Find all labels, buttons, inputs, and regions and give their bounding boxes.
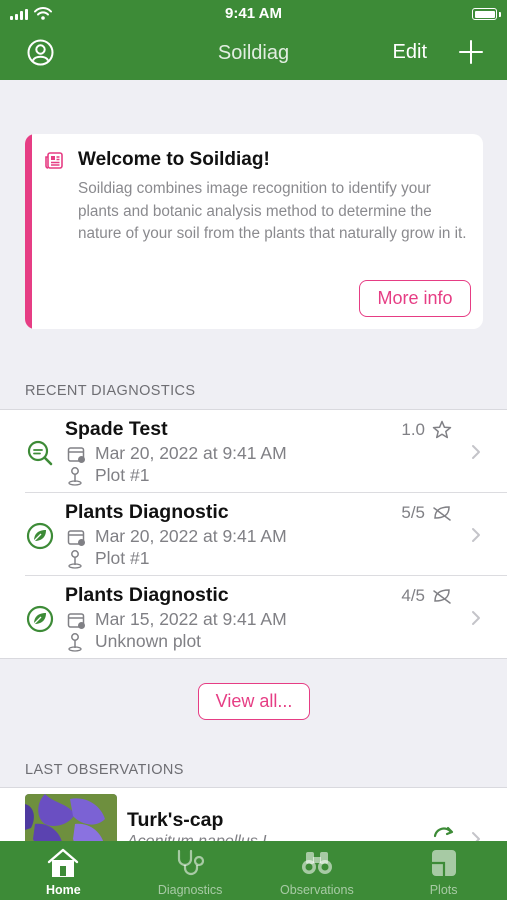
- newspaper-icon: [45, 152, 63, 169]
- observation-name: Turk's-cap: [127, 809, 224, 831]
- calendar-icon: [67, 530, 85, 546]
- last-observations-header: LAST OBSERVATIONS: [25, 762, 184, 778]
- diagnostic-plot: Plot #1: [95, 548, 150, 568]
- battery-tip: [499, 12, 501, 17]
- leaf-circle-icon: [26, 605, 54, 633]
- tab-diagnostics[interactable]: Diagnostics: [127, 841, 254, 900]
- recent-diagnostics-header: RECENT DIAGNOSTICS: [25, 383, 196, 399]
- battery-icon: [472, 8, 497, 20]
- welcome-card: Welcome to Soildiag! Soildiag combines i…: [25, 134, 483, 329]
- edit-button[interactable]: Edit: [393, 41, 427, 64]
- calendar-icon: [67, 447, 85, 463]
- magnifier-leaf-icon: [27, 440, 53, 466]
- star-icon: [432, 420, 452, 439]
- tab-label: Diagnostics: [157, 883, 223, 897]
- binoculars-icon: [301, 852, 332, 874]
- chevron-right-icon: [472, 528, 480, 542]
- welcome-description: Soildiag combines image recognition to i…: [78, 180, 467, 242]
- stethoscope-icon: [178, 849, 205, 876]
- diagnostic-date: Mar 15, 2022 at 9:41 AM: [95, 609, 287, 629]
- location-pin-icon: [68, 633, 82, 652]
- navigation-bar: Soildiag Edit: [0, 30, 507, 80]
- leaf-outline-icon: [433, 506, 451, 521]
- add-icon[interactable]: [459, 40, 483, 64]
- diagnostic-row[interactable]: Spade Test Mar 20, 2022 at 9:41 AM Plot …: [0, 410, 507, 493]
- welcome-accent-bar: [25, 134, 32, 329]
- diagnostic-score: 5/5: [401, 503, 425, 522]
- diagnostic-row[interactable]: Plants Diagnostic Mar 20, 2022 at 9:41 A…: [0, 493, 507, 576]
- house-icon: [48, 848, 79, 877]
- diagnostic-row[interactable]: Plants Diagnostic Mar 15, 2022 at 9:41 A…: [0, 576, 507, 659]
- recent-diagnostics-list: Spade Test Mar 20, 2022 at 9:41 AM Plot …: [0, 409, 507, 659]
- diagnostic-date: Mar 20, 2022 at 9:41 AM: [95, 443, 287, 463]
- page-title: Soildiag: [217, 42, 290, 64]
- tab-label: Home: [46, 883, 81, 897]
- diagnostic-plot: Unknown plot: [95, 631, 202, 651]
- tab-observations[interactable]: Observations: [254, 841, 381, 900]
- leaf-outline-icon: [433, 589, 451, 604]
- welcome-title: Welcome to Soildiag!: [78, 149, 270, 170]
- diagnostic-plot: Plot #1: [95, 465, 150, 485]
- location-pin-icon: [68, 550, 82, 569]
- diagnostic-title: Spade Test: [65, 418, 168, 440]
- tab-home[interactable]: Home: [0, 841, 127, 900]
- tab-plots[interactable]: Plots: [380, 841, 507, 900]
- chevron-right-icon: [472, 611, 480, 625]
- diagnostic-date: Mar 20, 2022 at 9:41 AM: [95, 526, 287, 546]
- location-pin-icon: [68, 467, 82, 486]
- status-time: 9:41 AM: [225, 5, 282, 22]
- tab-label: Observations: [280, 883, 354, 897]
- chevron-right-icon: [472, 445, 480, 459]
- calendar-icon: [67, 613, 85, 629]
- tab-label: Plots: [429, 883, 458, 897]
- plots-icon: [431, 850, 456, 876]
- more-info-button[interactable]: More info: [359, 280, 471, 317]
- observation-photo: [25, 794, 117, 847]
- diagnostic-title: Plants Diagnostic: [65, 584, 229, 606]
- leaf-circle-icon: [26, 522, 54, 550]
- tab-bar: Home Diagnostics Observations Plots: [0, 841, 507, 900]
- diagnostic-score: 4/5: [401, 586, 425, 605]
- diagnostic-score: 1.0: [401, 420, 425, 439]
- view-all-button[interactable]: View all...: [198, 683, 310, 720]
- last-observations-list: Turk's-cap Aconitum napellus L.: [0, 787, 507, 847]
- diagnostic-title: Plants Diagnostic: [65, 501, 229, 523]
- status-bar: 9:41 AM: [0, 0, 507, 30]
